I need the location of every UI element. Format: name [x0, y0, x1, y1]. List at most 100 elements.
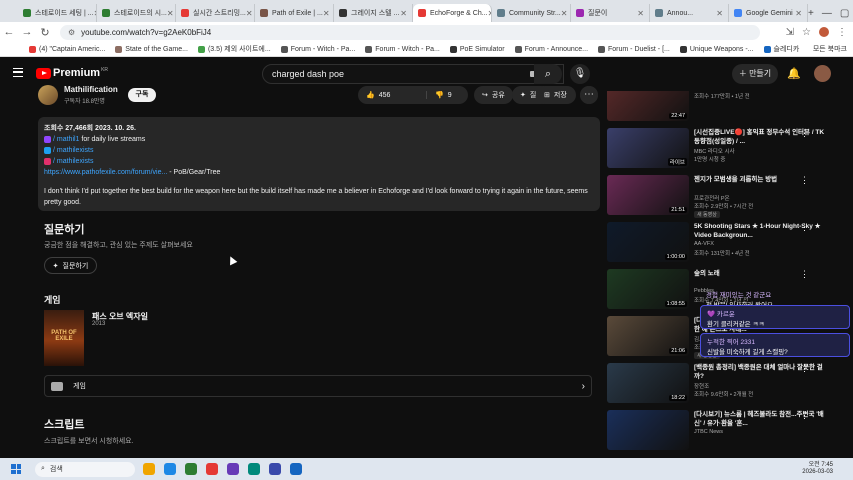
video-channel[interactable]: AA-VFX	[694, 241, 714, 247]
video-title[interactable]: [백종원 총정리] 백종원은 대체 얼마나 잘못한 걸까?	[694, 363, 830, 381]
bookmark-item[interactable]: Forum - Duelist - [...	[593, 45, 675, 53]
video-more-icon[interactable]: ⋮	[800, 91, 809, 92]
like-button[interactable]: 👍 456	[358, 91, 427, 99]
more-menu-button[interactable]: ⋯	[580, 86, 598, 104]
bookmark-item[interactable]: (4) "Captain Americ...	[24, 45, 110, 53]
taskbar-app-icon[interactable]	[269, 463, 281, 475]
youtube-premium-logo[interactable]: Premium KR	[36, 67, 108, 79]
browser-tab[interactable]: EchoForge & Ch...✕	[413, 4, 492, 22]
video-more-icon[interactable]: ⋮	[800, 410, 809, 421]
video-thumbnail[interactable]: 1:08:55	[607, 269, 689, 309]
taskbar-app-icon[interactable]	[164, 463, 176, 475]
browser-tab[interactable]: Annou... ✕	[650, 4, 729, 22]
bookmark-item[interactable]: Forum - Witch - Pa...	[276, 45, 361, 53]
browser-tab[interactable]: Community Str... ✕	[492, 4, 571, 22]
back-button[interactable]: ←	[0, 26, 18, 38]
save-button[interactable]: ⊞ 저장	[536, 86, 576, 104]
tab-close-icon[interactable]: ✕	[246, 9, 253, 18]
browser-tab[interactable]: 질문이 ✕	[571, 4, 650, 22]
profile-icon[interactable]	[819, 27, 829, 37]
tab-close-icon[interactable]: ✕	[323, 9, 330, 18]
recommended-video[interactable]: 라이브 [시선집중LIVE🔴] 홍익표 정무수석 인터뷰 / TK 동향점(성일종…	[606, 128, 846, 168]
recommended-video[interactable]: 21:51 젠지가 모범생을 괴롭히는 방법 프로관전러 P온 조회수 2.9만회 •…	[606, 175, 846, 218]
video-title[interactable]: 5K Shooting Stars ★ 1-Hour Night-Sky ★ V…	[694, 222, 830, 240]
video-thumbnail[interactable]: 라이브	[607, 128, 689, 168]
tab-close-icon[interactable]: ✕	[167, 9, 174, 18]
subscribe-button[interactable]: 구독	[128, 88, 156, 102]
game-cover-image[interactable]: PATH OF EXILE	[44, 310, 84, 366]
bookmark-item[interactable]: PoE Simulator	[445, 45, 510, 53]
taskbar-app-icon[interactable]	[143, 463, 155, 475]
tab-close-icon[interactable]: ✕	[400, 9, 407, 18]
taskbar-app-icon[interactable]	[248, 463, 260, 475]
video-more-icon[interactable]: ⋮	[800, 269, 809, 280]
taskbar-app-icon[interactable]	[185, 463, 197, 475]
user-avatar[interactable]	[814, 65, 831, 82]
share-button[interactable]: ↪ 공유	[474, 86, 513, 104]
video-thumbnail[interactable]: 22:47	[607, 91, 689, 121]
game-browse-row[interactable]: 게임 ›	[44, 375, 592, 397]
forward-button[interactable]: →	[18, 26, 36, 38]
video-title[interactable]: [다시보기] 뉴스룸 | 헤즈볼라도 참전...주변국 '배신' / 유가·환율…	[694, 410, 830, 428]
channel-name[interactable]: Mathilification	[64, 85, 118, 94]
video-thumbnail[interactable]	[607, 410, 689, 450]
tab-close-icon[interactable]: ✕	[716, 9, 723, 18]
browser-tab[interactable]: 실시간 스트리밍... ✕	[176, 4, 255, 22]
dislike-button[interactable]: 👎 9	[427, 91, 452, 100]
ask-question-button[interactable]: ✦ 질문하기	[44, 257, 97, 274]
video-more-icon[interactable]: ⋮	[800, 128, 809, 139]
create-button[interactable]: ＋ 만들기	[732, 64, 778, 84]
video-thumbnail[interactable]: 21:06	[607, 316, 689, 356]
recommended-video[interactable]: 1:00:00 5K Shooting Stars ★ 1-Hour Night-…	[606, 222, 846, 262]
new-tab-button[interactable]: +	[808, 8, 814, 19]
install-app-icon[interactable]: ⇲	[786, 27, 794, 38]
tab-close-icon[interactable]: ✕	[637, 9, 644, 18]
bookmark-item[interactable]: (3.5) 제외 사이트에...	[193, 44, 276, 54]
video-title[interactable]: [시선집중LIVE🔴] 홍익표 정무수석 인터뷰 / TK 동향점(성일종) /…	[694, 128, 830, 146]
channel-avatar[interactable]	[38, 85, 58, 105]
bookmark-star-icon[interactable]: ☆	[802, 27, 811, 38]
browser-tab[interactable]: 스테로이드 세팅 | ...✕	[18, 4, 97, 22]
search-button[interactable]: ⌕	[534, 64, 562, 84]
video-more-icon[interactable]: ⋮	[800, 222, 809, 233]
bookmark-item[interactable]: 슬레디카	[759, 44, 805, 54]
video-thumbnail[interactable]: 21:51	[607, 175, 689, 215]
taskbar-app-icon[interactable]	[206, 463, 218, 475]
bookmark-item[interactable]: State of the Game...	[110, 45, 193, 53]
tab-close-icon[interactable]: ✕	[561, 9, 568, 18]
reload-button[interactable]: ↻	[36, 26, 54, 39]
bookmark-item[interactable]: Forum - Witch - Pa...	[360, 45, 445, 53]
all-bookmarks-link[interactable]: 모든 북마크	[813, 44, 853, 54]
tab-close-icon[interactable]: ✕	[795, 9, 802, 18]
browser-tab[interactable]: 그레이지 스텔 ... ✕	[334, 4, 413, 22]
minimize-window-button[interactable]: —	[822, 8, 832, 19]
maximize-window-button[interactable]: ▢	[840, 8, 849, 19]
taskbar-app-icon[interactable]	[227, 463, 239, 475]
windows-start-icon[interactable]	[11, 464, 21, 474]
video-channel[interactable]: MBC 라디오 시사	[694, 147, 735, 155]
video-more-icon[interactable]: ⋮	[800, 363, 809, 374]
video-thumbnail[interactable]: 1:00:00	[607, 222, 689, 262]
social-link[interactable]: / mathilexists	[53, 147, 93, 154]
video-more-icon[interactable]: ⋮	[800, 175, 809, 186]
bookmark-item[interactable]: Forum - Announce...	[510, 45, 593, 53]
social-link[interactable]: / mathilexists	[53, 158, 93, 165]
video-channel[interactable]: 프로관전러 P온	[694, 194, 730, 202]
video-thumbnail[interactable]: 18:22	[607, 363, 689, 403]
pathofexile-forum-link[interactable]: https://www.pathofexile.com/forum/vie...	[44, 169, 167, 176]
search-input[interactable]: charged dash poe ✕	[262, 64, 564, 84]
browser-tab[interactable]: 스테로이드의 시... ✕	[97, 4, 176, 22]
taskbar-app-icon[interactable]	[290, 463, 302, 475]
voice-search-button[interactable]: 🎙	[570, 64, 590, 84]
browser-menu-icon[interactable]: ⋮	[837, 27, 847, 38]
video-title[interactable]: 젠지가 모범생을 괴롭히는 방법	[694, 175, 830, 184]
recommended-video[interactable]: 22:47김선희의 S시멘트조회수 177만회 • 1년 전⋮	[606, 91, 846, 121]
url-input[interactable]: ⚙ youtube.com/watch?v=g2AeK0bFiJ4	[60, 24, 760, 40]
recommended-video[interactable]: [다시보기] 뉴스룸 | 헤즈볼라도 참전...주변국 '배신' / 유가·환율…	[606, 410, 846, 450]
video-channel[interactable]: 장현조	[694, 382, 709, 390]
video-title[interactable]: 숲의 노래	[694, 269, 830, 278]
site-info-icon[interactable]: ⚙	[68, 28, 75, 37]
notifications-bell-icon[interactable]: 🔔	[787, 67, 801, 80]
browser-tab[interactable]: Google Gemini ✕	[729, 4, 808, 22]
browser-tab[interactable]: Path of Exile | ... ✕	[255, 4, 334, 22]
